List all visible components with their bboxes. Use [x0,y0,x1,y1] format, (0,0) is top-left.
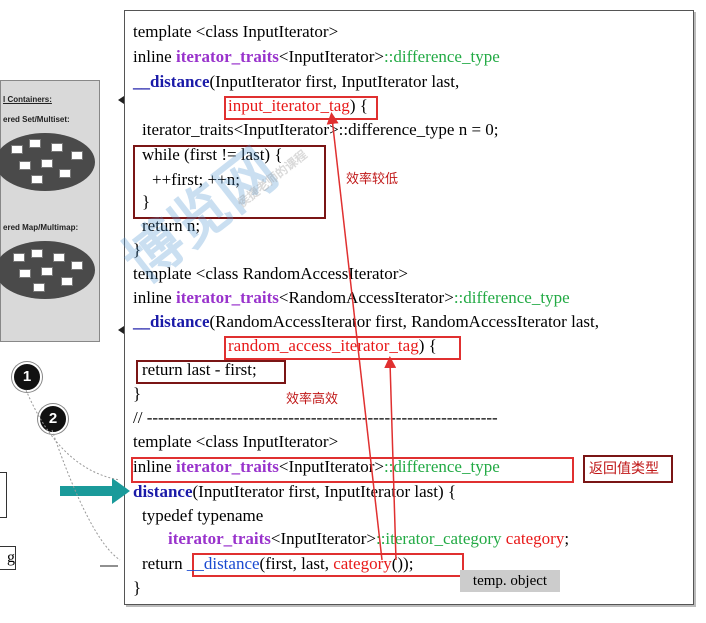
arrow-to-input-tag [326,112,383,561]
teal-arrow-icon [60,478,130,504]
pointer-icon [118,96,124,104]
annotation-arrows [25,96,397,567]
pointer-icon [118,326,124,334]
dotted-connector [25,389,121,481]
arrow-to-random-tag [384,356,397,561]
